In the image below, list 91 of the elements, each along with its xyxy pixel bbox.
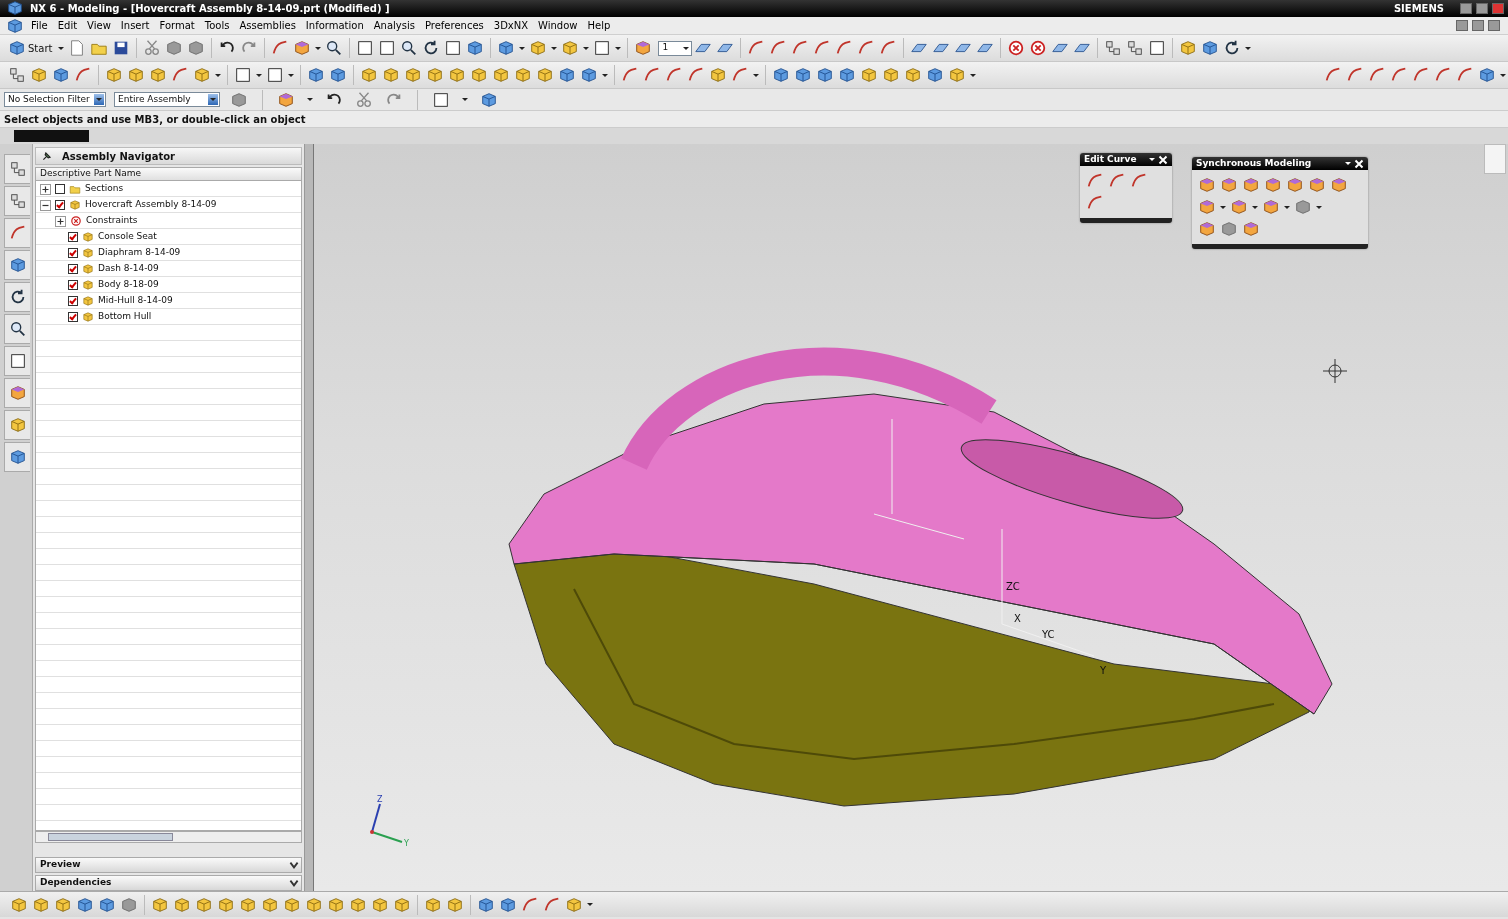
caret-icon[interactable] — [1252, 205, 1258, 209]
menu-item[interactable]: Help — [582, 18, 616, 33]
checkbox[interactable] — [55, 200, 65, 210]
caret-icon[interactable] — [1220, 205, 1226, 209]
cube-icon — [82, 279, 94, 291]
menu-item[interactable]: Edit — [52, 18, 83, 33]
menu-item[interactable]: Tools — [199, 18, 235, 33]
caret-icon[interactable] — [519, 46, 526, 50]
selection-filter-dropdown[interactable]: No Selection Filter — [4, 92, 106, 107]
expand-toggle[interactable] — [40, 183, 51, 195]
menu-item[interactable]: 3DxNX — [488, 18, 534, 33]
prompt-text: Select objects and use MB3, or double-click an object — [0, 110, 1508, 128]
caret-icon[interactable] — [1284, 205, 1290, 209]
tree-item-label[interactable]: Hovercraft Assembly 8-14-09 — [85, 198, 217, 212]
caret-icon[interactable] — [1316, 205, 1322, 209]
axis-label: Y — [404, 839, 409, 848]
close-icon[interactable] — [1353, 158, 1364, 169]
tree-item-label[interactable]: Constraints — [86, 214, 138, 228]
checkbox[interactable] — [55, 184, 65, 194]
menu-item[interactable]: Format — [154, 18, 200, 33]
collapsible-panel[interactable]: Preview — [35, 857, 302, 873]
toolbar-title: Edit Curve — [1084, 152, 1138, 166]
menu-item[interactable]: Window — [533, 18, 583, 33]
checkbox[interactable] — [68, 264, 78, 274]
graphics-viewport[interactable]: ZC X YC Y Z Y Edit Curve Synchronous Modeling — [314, 144, 1508, 891]
caret-icon[interactable] — [315, 46, 322, 50]
checkbox[interactable] — [68, 312, 78, 322]
menu-item[interactable]: Assemblies — [234, 18, 301, 33]
cube-icon — [82, 231, 94, 243]
cube-icon — [69, 199, 81, 211]
expand-toggle[interactable] — [40, 199, 51, 211]
caret-icon[interactable] — [307, 98, 313, 101]
cube-icon — [82, 311, 94, 323]
tree-item-label[interactable]: Mid-Hull 8-14-09 — [98, 294, 173, 308]
scope-dropdown[interactable]: Entire Assembly — [114, 92, 220, 107]
caret-icon[interactable] — [215, 73, 221, 77]
expand-toggle[interactable] — [55, 215, 66, 227]
axis-label: X — [1014, 613, 1021, 624]
caret-icon[interactable] — [1500, 73, 1506, 77]
close-icon[interactable] — [1157, 154, 1168, 165]
menu-item[interactable]: Preferences — [419, 18, 489, 33]
axis-label: ZC — [1006, 581, 1020, 592]
caret-icon[interactable] — [1245, 46, 1252, 50]
tree-item-label[interactable]: Diaphram 8-14-09 — [98, 246, 181, 260]
scrollbar-thumb[interactable] — [14, 130, 89, 142]
folder-icon — [69, 183, 81, 195]
tree-item-label[interactable]: Console Seat — [98, 230, 157, 244]
caret-icon[interactable] — [288, 73, 294, 77]
cancel-icon — [70, 215, 82, 227]
menu-item[interactable]: Analysis — [368, 18, 420, 33]
collapsible-panel[interactable]: Dependencies — [35, 875, 302, 891]
window-title: NX 6 - Modeling - [Hovercraft Assembly 8-14-09.prt (Modified) ] — [30, 2, 390, 16]
column-header[interactable]: Descriptive Part Name — [35, 167, 302, 181]
tree-item-label[interactable]: Sections — [85, 182, 124, 196]
view-triad-drawing — [370, 803, 403, 843]
caret-icon[interactable] — [970, 73, 976, 77]
horizontal-scrollbar[interactable] — [35, 831, 302, 843]
axis-label: Z — [377, 795, 383, 804]
checkbox[interactable] — [68, 296, 78, 306]
brand-label: SIEMENS — [1393, 2, 1444, 16]
tree-item-label[interactable]: Dash 8-14-09 — [98, 262, 159, 276]
caret-icon[interactable] — [551, 46, 558, 50]
hovercraft-model-drawing[interactable] — [508, 348, 1333, 807]
caret-icon[interactable] — [615, 46, 622, 50]
menu-item[interactable]: View — [82, 18, 116, 33]
caret-icon[interactable] — [583, 46, 590, 50]
tree-item-label[interactable]: Body 8-18-09 — [98, 278, 159, 292]
caret-icon[interactable] — [602, 73, 608, 77]
tree-item-label[interactable]: Bottom Hull — [98, 310, 152, 324]
crosshair-cursor-icon — [1322, 358, 1348, 384]
caret-icon[interactable] — [256, 73, 262, 77]
checkbox[interactable] — [68, 248, 78, 258]
cube-icon — [82, 247, 94, 259]
axis-label: Y — [1100, 665, 1107, 676]
caret-icon[interactable] — [58, 46, 65, 50]
toolbar-title: Synchronous Modeling — [1196, 156, 1313, 170]
view-count-field[interactable]: 1 — [658, 40, 693, 56]
caret-icon[interactable] — [462, 98, 468, 101]
checkbox[interactable] — [68, 280, 78, 290]
axis-label: YC — [1042, 629, 1055, 640]
start-button[interactable]: Start — [28, 40, 53, 56]
navigator-title: Assembly Navigator — [62, 149, 175, 164]
menu-item[interactable]: Insert — [115, 18, 155, 33]
caret-icon[interactable] — [587, 903, 593, 906]
vertical-scrollbar[interactable] — [1484, 144, 1506, 174]
menu-item[interactable]: Information — [300, 18, 369, 33]
caret-icon[interactable] — [753, 73, 759, 77]
menu-item[interactable]: File — [26, 18, 53, 33]
cube-icon — [82, 263, 94, 275]
checkbox[interactable] — [68, 232, 78, 242]
cube-icon — [82, 295, 94, 307]
